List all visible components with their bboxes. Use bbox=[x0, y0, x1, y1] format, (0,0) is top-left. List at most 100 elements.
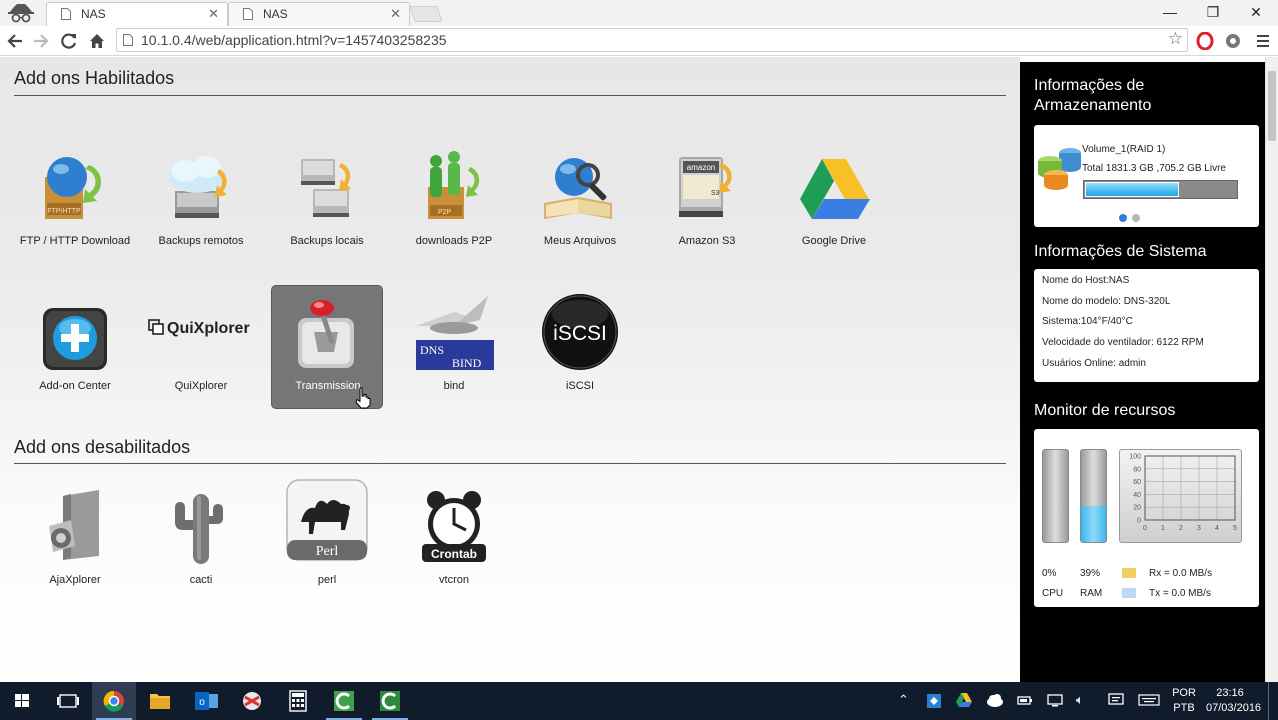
network-graph-plot: 100 80 60 40 20 0 0 1 2 3 4 5 bbox=[1129, 454, 1237, 533]
system-info-card: Nome do Host:NAS Nome do modelo: DNS-320… bbox=[1034, 269, 1259, 382]
taskbar-outlook[interactable]: o bbox=[184, 682, 228, 720]
tab-close-icon[interactable]: ✕ bbox=[208, 3, 219, 25]
tab-close-icon[interactable]: ✕ bbox=[390, 3, 401, 25]
addon-vtcron[interactable]: Crontab vtcron bbox=[398, 480, 510, 604]
addon-backups-locais[interactable]: Backups locais bbox=[271, 141, 383, 265]
taskbar-globe-app[interactable] bbox=[230, 682, 274, 720]
graph-x-tick: 2 bbox=[1179, 525, 1183, 532]
crontab-clock-icon: Crontab bbox=[422, 491, 486, 562]
show-desktop-button[interactable] bbox=[1268, 682, 1278, 720]
minimize-button[interactable]: — bbox=[1150, 3, 1190, 23]
tray-cloud-icon[interactable] bbox=[986, 693, 1004, 710]
online-users: Usuários Online: admin bbox=[1042, 358, 1146, 369]
system-temperature: Sistema:104°F/40°C bbox=[1042, 316, 1133, 327]
task-view-icon bbox=[57, 694, 79, 708]
addon-label: perl bbox=[317, 574, 337, 586]
carousel-dot[interactable] bbox=[1132, 214, 1140, 222]
s3-badge-text: S3 bbox=[711, 190, 720, 197]
tray-google-drive-icon[interactable] bbox=[956, 693, 972, 710]
addon-label: downloads P2P bbox=[415, 235, 493, 247]
bookmark-star-icon[interactable]: ☆ bbox=[1168, 29, 1183, 49]
taskbar-file-explorer[interactable] bbox=[138, 682, 182, 720]
start-button[interactable] bbox=[0, 682, 44, 720]
chrome-icon bbox=[103, 690, 124, 712]
tray-volume-icon[interactable]: 🔈︎ bbox=[1076, 692, 1084, 708]
menu-icon[interactable] bbox=[1252, 30, 1274, 52]
new-tab-button[interactable] bbox=[409, 6, 443, 22]
addon-quixplorer[interactable]: QuiXplorer QuiXplorer bbox=[145, 286, 257, 410]
addon-backups-remotos[interactable]: Backups remotos bbox=[145, 141, 257, 265]
tray-wifi-icon[interactable] bbox=[1046, 693, 1064, 710]
extension-gear-icon[interactable] bbox=[1222, 30, 1244, 52]
arrow-left-icon bbox=[7, 34, 22, 48]
tab-nas-active[interactable]: NAS ✕ bbox=[46, 2, 228, 26]
addon-cacti[interactable]: cacti bbox=[145, 480, 257, 604]
address-bar[interactable]: 10.1.0.4/web/application.html?v=14574032… bbox=[116, 28, 1188, 52]
addon-meus-arquivos[interactable]: Meus Arquivos bbox=[524, 141, 636, 265]
browser-tab-bar: NAS ✕ NAS ✕ — ❐ ✕ bbox=[0, 0, 1278, 26]
graph-y-tick: 0 bbox=[1137, 518, 1141, 525]
taskbar-clock[interactable]: 23:16 07/03/2016 bbox=[1206, 686, 1262, 716]
url-text: 10.1.0.4/web/application.html?v=14574032… bbox=[141, 32, 447, 48]
scrollbar-thumb[interactable] bbox=[1268, 71, 1276, 141]
page-icon bbox=[61, 8, 71, 20]
cpu-gauge bbox=[1042, 449, 1069, 543]
ram-gauge-fill bbox=[1081, 506, 1106, 542]
taskbar-camtasia-2[interactable] bbox=[368, 682, 412, 720]
tray-show-hidden-icon[interactable]: ⌃ bbox=[898, 692, 909, 708]
cpu-label: CPU bbox=[1042, 588, 1064, 599]
perl-camel-icon: Perl bbox=[286, 479, 368, 561]
addon-bind[interactable]: DNS BIND bind bbox=[398, 286, 510, 410]
page-scrollbar[interactable] bbox=[1265, 57, 1278, 682]
addon-ftp-http-download[interactable]: FTP/HTTP FTP / HTTP Download bbox=[19, 141, 131, 265]
addon-downloads-p2p[interactable]: P2P downloads P2P bbox=[398, 141, 510, 265]
graph-y-tick: 60 bbox=[1133, 479, 1141, 486]
resource-monitor-title: Monitor de recursos bbox=[1034, 402, 1176, 419]
tray-power-icon[interactable] bbox=[1016, 693, 1034, 710]
addon-add-on-center[interactable]: Add-on Center bbox=[19, 286, 131, 410]
volume-capacity: Total 1831.3 GB ,705.2 GB Livre bbox=[1082, 163, 1226, 174]
graph-y-tick: 100 bbox=[1129, 454, 1141, 461]
tab-title: NAS bbox=[81, 7, 106, 21]
task-view-button[interactable] bbox=[46, 682, 90, 720]
tab-nas[interactable]: NAS ✕ bbox=[228, 2, 410, 26]
addon-google-drive[interactable]: Google Drive bbox=[778, 141, 890, 265]
google-drive-icon bbox=[800, 159, 870, 219]
close-window-button[interactable]: ✕ bbox=[1236, 3, 1276, 23]
tray-notifications-icon[interactable] bbox=[1108, 693, 1124, 710]
carousel-dot-active[interactable] bbox=[1119, 214, 1127, 222]
input-layout-code: PTB bbox=[1173, 702, 1195, 714]
camtasia-icon bbox=[334, 691, 354, 711]
restore-button[interactable]: ❐ bbox=[1193, 3, 1233, 23]
clock-date: 07/03/2016 bbox=[1206, 702, 1262, 714]
arrow-right-icon bbox=[34, 34, 49, 48]
graph-x-tick: 1 bbox=[1161, 525, 1165, 532]
input-language[interactable]: POR PTB bbox=[1170, 686, 1198, 716]
globe-app-icon bbox=[243, 692, 261, 710]
addons-page: Add ons Habilitados FTP/HTTP FTP / HTTP … bbox=[0, 57, 1020, 682]
amazon-s3-icon: amazon S3 bbox=[679, 157, 732, 217]
database-stack-icon bbox=[1038, 148, 1081, 190]
reload-button[interactable] bbox=[58, 30, 80, 52]
taskbar-calculator[interactable] bbox=[276, 682, 320, 720]
addon-label: iSCSI bbox=[565, 380, 595, 392]
addon-label: Google Drive bbox=[801, 235, 867, 247]
svg-text:P2P: P2P bbox=[438, 209, 452, 216]
taskbar-chrome[interactable] bbox=[92, 682, 136, 720]
addon-amazon-s3[interactable]: amazon S3 Amazon S3 bbox=[651, 141, 763, 265]
volume-usage-bar bbox=[1083, 180, 1238, 199]
tray-network-share-icon[interactable] bbox=[926, 693, 942, 712]
back-button[interactable] bbox=[4, 30, 26, 52]
graph-x-tick: 0 bbox=[1143, 525, 1147, 532]
add-on-center-icon bbox=[43, 308, 107, 370]
cactus-icon bbox=[175, 494, 223, 564]
home-button[interactable] bbox=[86, 30, 108, 52]
tx-legend-swatch bbox=[1122, 588, 1136, 598]
forward-button[interactable] bbox=[30, 30, 52, 52]
tray-keyboard-icon[interactable] bbox=[1138, 694, 1160, 709]
taskbar-camtasia-1[interactable] bbox=[322, 682, 366, 720]
opera-extension-icon[interactable] bbox=[1194, 30, 1216, 52]
addon-iscsi[interactable]: iSCSI iSCSI bbox=[524, 286, 636, 410]
addon-ajaxplorer[interactable]: AjaXplorer bbox=[19, 480, 131, 604]
addon-perl[interactable]: Perl perl bbox=[271, 474, 383, 598]
